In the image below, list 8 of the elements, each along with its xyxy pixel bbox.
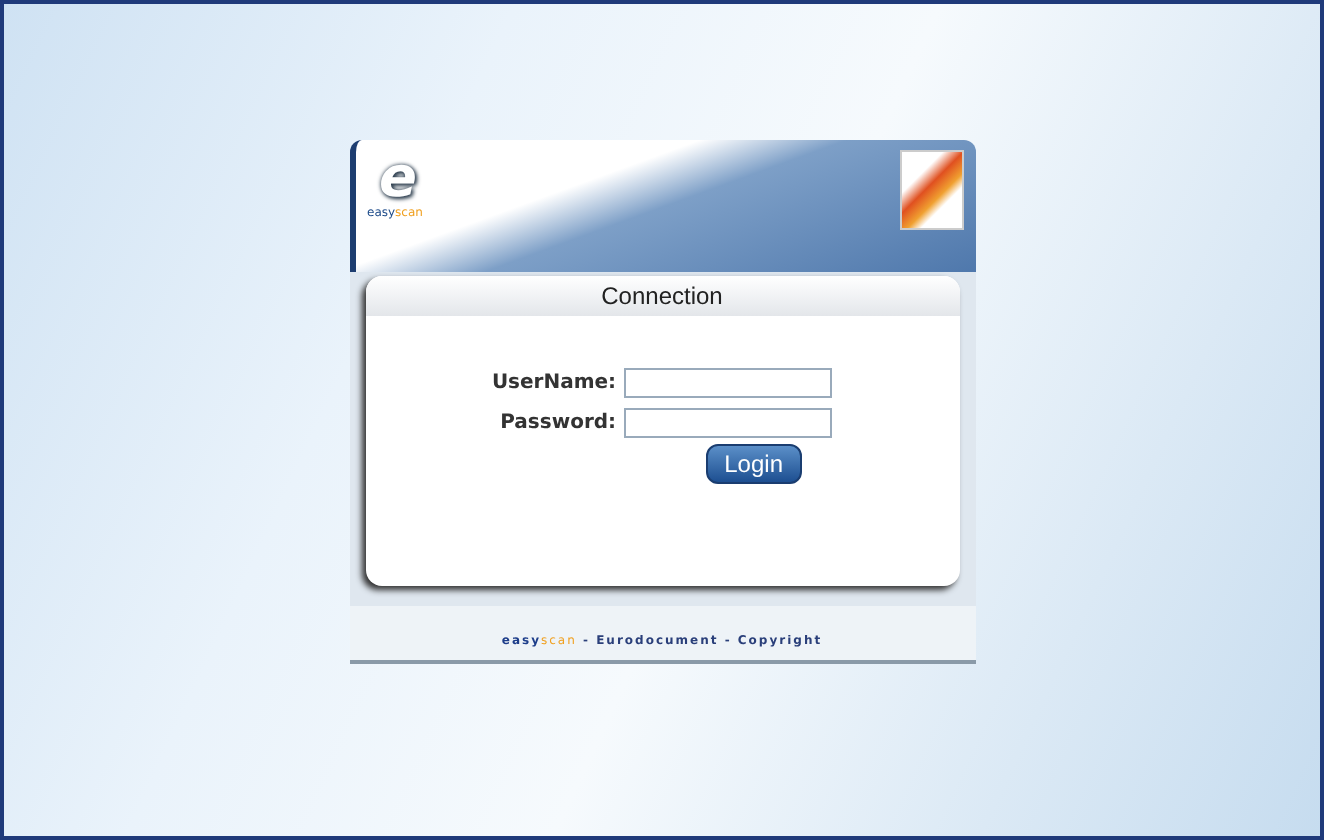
field-label: UserName: (491, 372, 617, 394)
field-label: Password: (498, 412, 617, 434)
username-field[interactable] (624, 368, 833, 398)
logo-letter: e (379, 150, 417, 206)
password-field[interactable] (624, 408, 833, 438)
panel-title: Connection (365, 276, 959, 316)
login-button[interactable]: Login (706, 444, 801, 484)
poster-image (899, 150, 963, 230)
